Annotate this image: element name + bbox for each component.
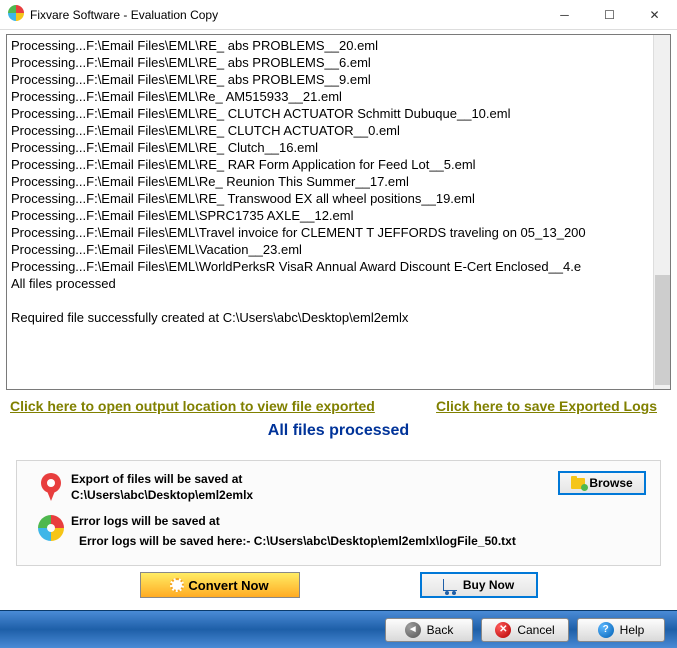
scroll-thumb[interactable] bbox=[655, 275, 670, 385]
export-label: Export of files will be saved at bbox=[71, 471, 546, 487]
log-line: Processing...F:\Email Files\EML\SPRC1735… bbox=[11, 207, 666, 224]
app-icon bbox=[8, 5, 24, 24]
minimize-button[interactable]: ─ bbox=[542, 0, 587, 30]
close-button[interactable]: ✕ bbox=[632, 0, 677, 30]
log-line: Processing...F:\Email Files\EML\WorldPer… bbox=[11, 258, 666, 275]
convert-now-button[interactable]: Convert Now bbox=[140, 572, 300, 598]
errorlog-path: Error logs will be saved here:- C:\Users… bbox=[71, 529, 646, 549]
buy-now-button[interactable]: Buy Now bbox=[420, 572, 538, 598]
maximize-button[interactable]: ☐ bbox=[587, 0, 632, 30]
help-button[interactable]: ? Help bbox=[577, 618, 665, 642]
log-line: Processing...F:\Email Files\EML\Re_ Reun… bbox=[11, 173, 666, 190]
log-line: Processing...F:\Email Files\EML\RE_ CLUT… bbox=[11, 105, 666, 122]
log-line: Processing...F:\Email Files\EML\Travel i… bbox=[11, 224, 666, 241]
footer-bar: ◄ Back ✕ Cancel ? Help bbox=[0, 610, 677, 648]
title-bar: Fixvare Software - Evaluation Copy ─ ☐ ✕ bbox=[0, 0, 677, 30]
back-icon: ◄ bbox=[405, 622, 421, 638]
status-text: All files processed bbox=[6, 416, 671, 452]
gear-icon bbox=[170, 578, 184, 592]
log-line: All files processed bbox=[11, 275, 666, 292]
log-line: Processing...F:\Email Files\EML\RE_ abs … bbox=[11, 37, 666, 54]
folder-icon bbox=[571, 478, 585, 489]
log-line: Processing...F:\Email Files\EML\RE_ RAR … bbox=[11, 156, 666, 173]
log-line: Processing...F:\Email Files\EML\Vacation… bbox=[11, 241, 666, 258]
window-title: Fixvare Software - Evaluation Copy bbox=[30, 8, 542, 22]
cancel-icon: ✕ bbox=[495, 622, 511, 638]
log-line: Processing...F:\Email Files\EML\RE_ abs … bbox=[11, 71, 666, 88]
location-pin-icon bbox=[31, 471, 71, 501]
errorlog-label: Error logs will be saved at bbox=[71, 513, 646, 529]
log-line bbox=[11, 292, 666, 309]
cart-icon bbox=[443, 579, 457, 591]
log-line: Processing...F:\Email Files\EML\RE_ Tran… bbox=[11, 190, 666, 207]
log-line: Required file successfully created at C:… bbox=[11, 309, 666, 326]
save-logs-link[interactable]: Click here to save Exported Logs bbox=[436, 398, 657, 414]
open-output-link[interactable]: Click here to open output location to vi… bbox=[10, 398, 375, 414]
log-line: Processing...F:\Email Files\EML\RE_ CLUT… bbox=[11, 122, 666, 139]
cancel-button[interactable]: ✕ Cancel bbox=[481, 618, 569, 642]
log-scrollbar[interactable] bbox=[653, 35, 670, 389]
log-line: Processing...F:\Email Files\EML\RE_ abs … bbox=[11, 54, 666, 71]
log-output: Processing...F:\Email Files\EML\RE_ abs … bbox=[6, 34, 671, 390]
browse-button[interactable]: Browse bbox=[558, 471, 646, 495]
back-button[interactable]: ◄ Back bbox=[385, 618, 473, 642]
export-path: C:\Users\abc\Desktop\eml2emlx bbox=[71, 487, 546, 503]
log-line: Processing...F:\Email Files\EML\RE_ Clut… bbox=[11, 139, 666, 156]
pie-chart-icon bbox=[31, 513, 71, 541]
help-icon: ? bbox=[598, 622, 614, 638]
log-line: Processing...F:\Email Files\EML\Re_ AM51… bbox=[11, 88, 666, 105]
settings-panel: Export of files will be saved at C:\User… bbox=[16, 460, 661, 566]
